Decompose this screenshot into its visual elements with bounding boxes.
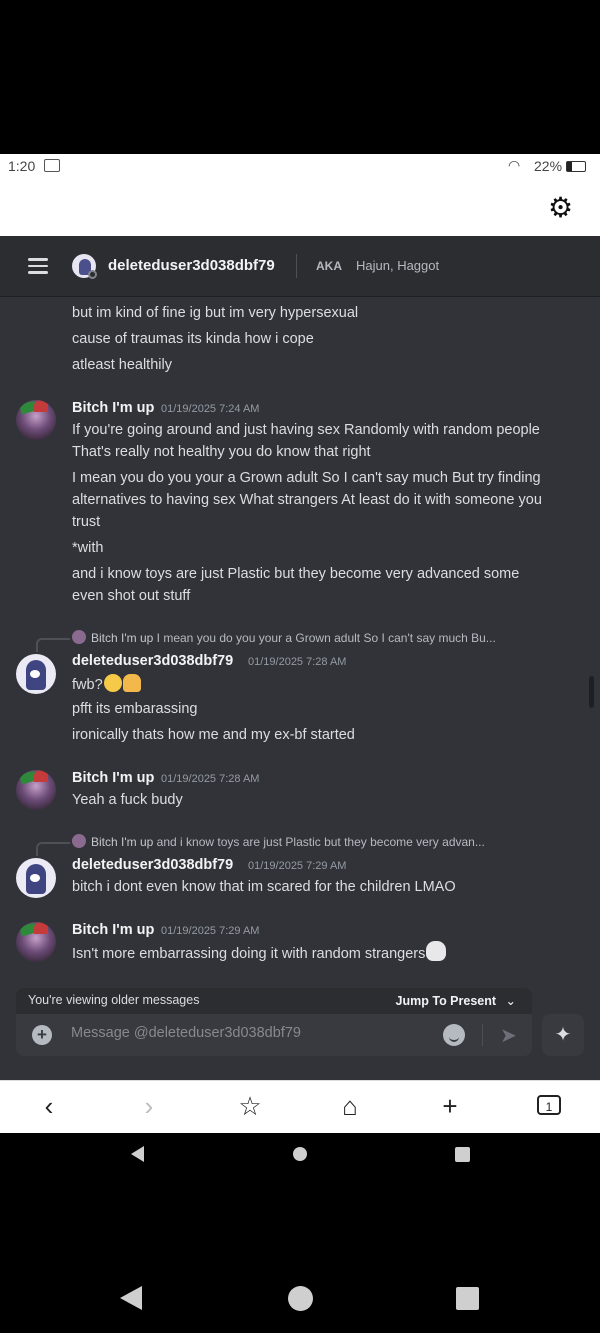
reply-text: I mean you do you your a Grown adult So … xyxy=(156,631,496,645)
reply-preview[interactable]: Bitch I'm up and i know toys are just Pl… xyxy=(72,834,542,849)
avatar[interactable] xyxy=(16,858,56,898)
message-timestamp: 01/19/2025 7:29 AM xyxy=(161,925,260,937)
message-line: pfft its embarassing xyxy=(72,701,198,717)
tab-count-button[interactable]: 1 xyxy=(537,1095,561,1115)
cast-icon xyxy=(44,159,60,172)
system-back-icon[interactable] xyxy=(120,1286,142,1310)
browser-bottom-nav: ‹ › ☆ ⌂ + 1 xyxy=(0,1080,600,1133)
apps-icon: ✦ xyxy=(554,1024,572,1046)
message-composer: + Message @deleteduser3d038dbf79 ➤ xyxy=(16,1014,532,1056)
status-time: 1:20 xyxy=(8,158,36,174)
jump-to-present-button[interactable]: Jump To Present ⌄ xyxy=(396,993,516,1008)
jump-to-present-label: Jump To Present xyxy=(395,994,497,1008)
message-line: cause of traumas its kinda how i cope xyxy=(72,331,314,347)
message-line: but im kind of fine ig but im very hyper… xyxy=(72,305,359,321)
crying-emoji-icon xyxy=(103,674,122,692)
message-timestamp: 01/19/2025 7:24 AM xyxy=(161,403,260,415)
message-line: ironically thats how me and my ex-bf sta… xyxy=(72,727,355,743)
android-home-icon[interactable] xyxy=(293,1147,307,1161)
message-text: Isn't more embarrassing doing it with ra… xyxy=(72,946,426,962)
reply-avatar xyxy=(72,630,86,644)
message-author[interactable]: Bitch I'm up xyxy=(72,922,154,938)
gear-icon[interactable]: ⚙ xyxy=(548,192,573,224)
reply-connector xyxy=(36,638,70,652)
message-line: I mean you do you your a Grown adult So … xyxy=(72,470,542,530)
message-timestamp: 01/19/2025 7:28 AM xyxy=(248,656,347,668)
skull-emoji-icon xyxy=(426,941,447,961)
header-divider xyxy=(296,254,297,278)
forward-icon[interactable]: › xyxy=(129,1091,169,1121)
older-messages-text: You're viewing older messages xyxy=(28,993,200,1007)
apps-button[interactable]: ✦ xyxy=(542,1014,584,1056)
message-line: fwb? xyxy=(72,674,542,696)
reply-author: Bitch I'm up xyxy=(91,835,154,849)
scrollbar-thumb[interactable] xyxy=(589,676,594,708)
android-back-icon[interactable] xyxy=(131,1146,144,1162)
avatar[interactable] xyxy=(16,770,56,810)
system-recents-icon[interactable] xyxy=(456,1287,479,1310)
older-messages-banner: You're viewing older messages Jump To Pr… xyxy=(16,988,532,1014)
add-attachment-button[interactable]: + xyxy=(32,1025,52,1045)
message-timestamp: 01/19/2025 7:29 AM xyxy=(248,860,347,872)
avatar[interactable] xyxy=(16,654,56,694)
bookmark-star-icon[interactable]: ☆ xyxy=(230,1091,270,1121)
battery-percent: 22% xyxy=(534,158,563,174)
emoji-picker-icon[interactable] xyxy=(443,1024,465,1046)
status-dot xyxy=(88,270,97,279)
message-author[interactable]: deleteduser3d038dbf79 xyxy=(72,653,233,669)
send-icon[interactable]: ➤ xyxy=(500,1023,517,1048)
reply-avatar xyxy=(72,834,86,848)
message-line: If you're going around and just having s… xyxy=(72,422,540,460)
browser-top-bar: ⚙ xyxy=(0,180,600,236)
message-line: Yeah a fuck budy xyxy=(72,792,183,808)
avatar[interactable] xyxy=(16,922,56,962)
reply-preview[interactable]: Bitch I'm up I mean you do you your a Gr… xyxy=(72,630,542,645)
message-line: atleast healthily xyxy=(72,357,172,373)
back-icon[interactable]: ‹ xyxy=(29,1091,69,1121)
header-username[interactable]: deleteduser3d038dbf79 xyxy=(108,257,275,274)
message-author[interactable]: deleteduser3d038dbf79 xyxy=(72,857,233,873)
reply-author: Bitch I'm up xyxy=(91,631,154,645)
message-text: fwb? xyxy=(72,677,103,693)
avatar[interactable] xyxy=(16,400,56,440)
dm-header: deleteduser3d038dbf79 AKA Hajun, Haggot xyxy=(0,236,600,297)
message-author[interactable]: Bitch I'm up xyxy=(72,400,154,416)
aka-names: Hajun, Haggot xyxy=(356,258,440,273)
menu-icon[interactable] xyxy=(28,258,48,274)
android-recents-icon[interactable] xyxy=(455,1147,470,1162)
status-bar: 1:20 ◠ 22% xyxy=(0,154,600,180)
reply-text: and i know toys are just Plastic but the… xyxy=(156,835,485,849)
message-line: and i know toys are just Plastic but the… xyxy=(72,566,520,604)
battery-icon xyxy=(566,161,586,172)
message-author[interactable]: Bitch I'm up xyxy=(72,770,154,786)
home-icon[interactable]: ⌂ xyxy=(330,1091,370,1121)
chevron-down-icon: ⌄ xyxy=(505,994,516,1008)
praying-hands-emoji-icon xyxy=(122,674,141,692)
message-line: Isn't more embarrassing doing it with ra… xyxy=(72,941,542,965)
system-home-icon[interactable] xyxy=(288,1286,313,1311)
message-timestamp: 01/19/2025 7:28 AM xyxy=(161,773,260,785)
wifi-icon: ◠ xyxy=(508,157,521,173)
composer-divider xyxy=(482,1024,483,1046)
reply-connector xyxy=(36,842,70,856)
message-line: *with xyxy=(72,540,104,556)
new-tab-icon[interactable]: + xyxy=(430,1091,470,1121)
message-input[interactable]: Message @deleteduser3d038dbf79 xyxy=(71,1025,301,1041)
message-line: bitch i dont even know that im scared fo… xyxy=(72,879,456,895)
aka-label: AKA xyxy=(316,259,342,273)
